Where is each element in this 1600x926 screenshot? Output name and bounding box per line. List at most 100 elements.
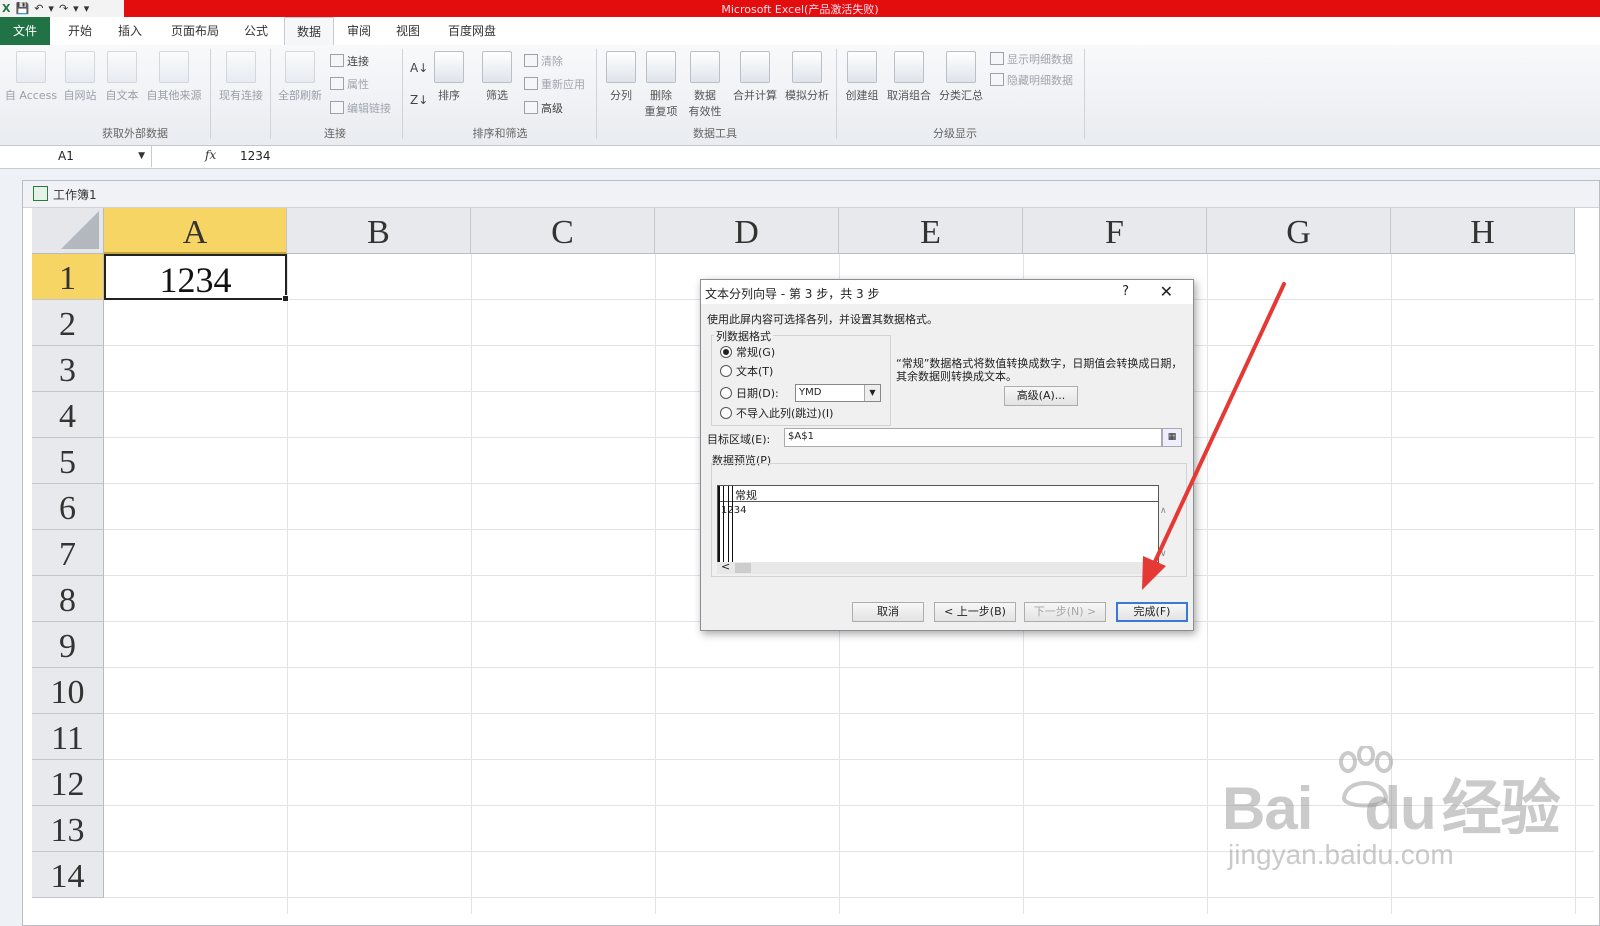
formula-input[interactable]: 1234 [240, 146, 271, 167]
back-button[interactable]: < 上一步(B) [934, 602, 1016, 622]
preview-hscrollbar[interactable]: < [717, 560, 1157, 574]
date-format-select[interactable]: YMD ▼ [795, 384, 881, 402]
from-other-sources-button[interactable]: 自其他来源 [144, 51, 204, 103]
column-header-b[interactable]: B [287, 208, 471, 254]
row-header-14[interactable]: 14 [32, 852, 104, 898]
edit-links-button[interactable]: 编辑链接 [330, 100, 391, 116]
scroll-up-icon[interactable]: ∧ [1160, 506, 1167, 516]
tab-file[interactable]: 文件 [0, 17, 50, 45]
row-header-7[interactable]: 7 [32, 530, 104, 576]
radio-skip-column[interactable]: 不导入此列(跳过)(I) [720, 405, 833, 421]
cancel-button[interactable]: 取消 [852, 602, 924, 622]
row-header-5[interactable]: 5 [32, 438, 104, 484]
from-access-button[interactable]: 自 Access [4, 51, 58, 103]
radio-date[interactable]: 日期(D): [720, 385, 779, 401]
row-header-9[interactable]: 9 [32, 622, 104, 668]
chevron-down-icon[interactable]: ▼ [864, 385, 880, 401]
column-header-d[interactable]: D [655, 208, 839, 254]
properties-button[interactable]: 属性 [330, 76, 369, 92]
ungroup-button[interactable]: 取消组合 [884, 51, 934, 103]
undo-dropdown-icon[interactable]: ▾ [48, 2, 54, 15]
row-header-11[interactable]: 11 [32, 714, 104, 760]
row-header-4[interactable]: 4 [32, 392, 104, 438]
destination-label: 目标区域(E): [707, 433, 771, 446]
select-all-button[interactable] [32, 208, 104, 254]
data-preview[interactable]: 常规 1234 ∧ ∨ < [711, 463, 1187, 577]
destination-input[interactable]: $A$1 [784, 428, 1162, 447]
scroll-down-icon[interactable]: ∨ [1160, 549, 1167, 559]
clear-filter-button[interactable]: 清除 [524, 53, 563, 69]
radio-general[interactable]: 常规(G) [720, 344, 775, 360]
sort-descending-icon[interactable]: Z↓ [410, 93, 428, 107]
radio-unchecked-icon [720, 407, 732, 419]
row-header-2[interactable]: 2 [32, 300, 104, 346]
hide-detail-button[interactable]: 隐藏明细数据 [990, 72, 1073, 88]
remove-duplicates-icon [646, 51, 676, 83]
close-icon[interactable]: ✕ [1160, 282, 1173, 301]
customize-qat-icon[interactable]: ▾ [84, 2, 90, 15]
tab-review[interactable]: 审阅 [337, 17, 381, 45]
group-button[interactable]: 创建组 [842, 51, 882, 103]
row-header-10[interactable]: 10 [32, 668, 104, 714]
text-to-columns-icon [606, 51, 636, 83]
filter-button[interactable]: 筛选 [480, 51, 514, 103]
funnel-icon [482, 51, 512, 83]
text-to-columns-button[interactable]: 分列 [604, 51, 638, 103]
consolidate-button[interactable]: 合并计算 [730, 51, 780, 103]
from-text-button[interactable]: 自文本 [102, 51, 142, 103]
connections-button[interactable]: 连接 [330, 53, 369, 69]
row-header-8[interactable]: 8 [32, 576, 104, 622]
column-header-a[interactable]: A [104, 208, 287, 254]
tab-insert[interactable]: 插入 [108, 17, 152, 45]
tab-view[interactable]: 视图 [386, 17, 430, 45]
column-header-f[interactable]: F [1023, 208, 1207, 254]
column-header-e[interactable]: E [839, 208, 1023, 254]
row-header-1[interactable]: 1 [32, 254, 104, 300]
show-detail-button[interactable]: 显示明细数据 [990, 51, 1073, 67]
tab-page-layout[interactable]: 页面布局 [160, 17, 230, 45]
tab-home[interactable]: 开始 [58, 17, 102, 45]
range-picker-icon[interactable]: ▦ [1162, 428, 1182, 447]
cell-a1[interactable]: 1234 [104, 254, 289, 302]
existing-connections-button[interactable]: 现有连接 [215, 51, 267, 103]
advanced-filter-button[interactable]: 高级 [524, 100, 563, 116]
help-icon[interactable]: ? [1122, 284, 1129, 299]
chevron-down-icon[interactable]: ▼ [138, 146, 145, 167]
ungroup-icon [894, 51, 924, 83]
preview-grid[interactable]: 常规 1234 [717, 485, 1159, 563]
refresh-all-button[interactable]: 全部刷新 [274, 51, 326, 103]
finish-button[interactable]: 完成(F) [1116, 602, 1188, 622]
insert-function-button[interactable]: fx [205, 148, 216, 162]
next-button[interactable]: 下一步(N) > [1024, 602, 1106, 622]
tab-baidu-netdisk[interactable]: 百度网盘 [440, 17, 504, 45]
from-web-button[interactable]: 自网站 [60, 51, 100, 103]
name-box[interactable]: A1 ▼ [0, 146, 152, 167]
row-header-3[interactable]: 3 [32, 346, 104, 392]
what-if-analysis-button[interactable]: 模拟分析 [782, 51, 832, 103]
row-header-12[interactable]: 12 [32, 760, 104, 806]
save-icon[interactable]: 💾 [15, 2, 29, 15]
tab-formulas[interactable]: 公式 [234, 17, 278, 45]
scroll-left-icon[interactable]: < [721, 560, 730, 573]
column-header-g[interactable]: G [1207, 208, 1391, 254]
workbook-titlebar: 工作簿1 [23, 181, 1599, 208]
scroll-thumb[interactable] [735, 563, 751, 573]
row-header-6[interactable]: 6 [32, 484, 104, 530]
subtotal-button[interactable]: 分类汇总 [936, 51, 986, 103]
tab-data[interactable]: 数据 [284, 17, 334, 47]
redo-dropdown-icon[interactable]: ▾ [73, 2, 79, 15]
data-validation-button[interactable]: 数据 有效性 [684, 51, 726, 119]
column-header-c[interactable]: C [471, 208, 655, 254]
sort-ascending-icon[interactable]: A↓ [410, 61, 428, 75]
reapply-button[interactable]: 重新应用 [524, 76, 585, 92]
preview-header[interactable]: 常规 [718, 486, 1158, 502]
row-header-13[interactable]: 13 [32, 806, 104, 852]
sort-button[interactable]: 排序 [432, 51, 466, 103]
undo-icon[interactable]: ↶ [34, 2, 43, 15]
remove-duplicates-button[interactable]: 删除 重复项 [640, 51, 682, 119]
title-bar: Microsoft Excel(产品激活失败) [0, 0, 1600, 17]
advanced-button[interactable]: 高级(A)... [1004, 386, 1078, 406]
redo-icon[interactable]: ↷ [59, 2, 68, 15]
radio-text[interactable]: 文本(T) [720, 363, 773, 379]
column-header-h[interactable]: H [1391, 208, 1575, 254]
